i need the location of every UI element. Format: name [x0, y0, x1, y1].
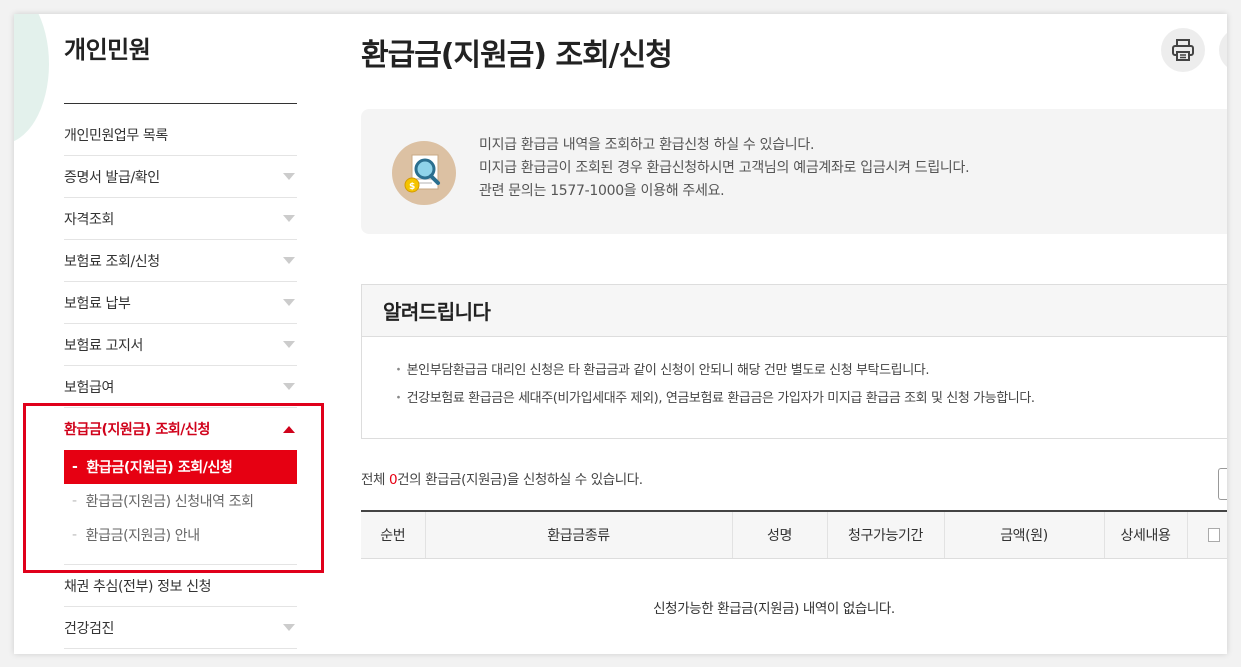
empty-cell [1187, 558, 1227, 654]
sidebar-item-label: 증명서 발급/확인 [64, 169, 160, 186]
col-header-select [1187, 510, 1227, 559]
refund-table: 순번 환급금종류 성명 청구가능기간 금액(원) 상세내용 신청가능한 환급금(… [361, 510, 1227, 654]
notice-item: 본인부담환급금 대리인 신청은 타 환급금과 같이 신청이 안되니 해당 건만 … [392, 357, 1227, 385]
sidebar-item-label: 보험료 고지서 [64, 337, 143, 354]
sidebar-item-qualification[interactable]: 자격조회 [64, 198, 297, 240]
table-row: 신청가능한 환급금(지원금) 내역이 없습니다. [361, 558, 1227, 654]
chevron-down-icon [283, 215, 295, 222]
share-button[interactable] [1219, 28, 1227, 72]
chevron-down-icon [283, 624, 295, 631]
sidebar-item-label: 보험료 납부 [64, 295, 131, 312]
sidebar-item-label: 채권 추심(전부) 정보 신청 [64, 578, 212, 595]
sidebar-item-insurance-benefit[interactable]: 보험급여 [64, 366, 297, 408]
table-header-row: 순번 환급금종류 성명 청구가능기간 금액(원) 상세내용 [361, 510, 1227, 559]
notice-title: 알려드립니다 [362, 285, 1227, 337]
sidebar-item-label: 건강검진 [64, 620, 114, 637]
col-header-detail: 상세내용 [1104, 510, 1188, 559]
empty-message: 신청가능한 환급금(지원금) 내역이 없습니다. [653, 600, 895, 617]
count-number: 0 [388, 472, 398, 488]
sidebar-item-label: 개인민원업무 목록 [64, 127, 168, 144]
select-all-checkbox[interactable] [1208, 527, 1221, 542]
page: 개인민원 개인민원업무 목록 증명서 발급/확인 자격조회 보험료 조회/신청 … [14, 14, 1227, 654]
chevron-down-icon [283, 341, 295, 348]
col-header-no: 순번 [361, 510, 426, 559]
highlight-annotation-box [23, 403, 324, 573]
sidebar-item-label: 보험급여 [64, 379, 114, 396]
info-line: 관련 문의는 1577-1000을 이용해 주세요. [479, 183, 725, 199]
info-text: 미지급 환급금 내역을 조회하고 환급신청 하실 수 있습니다. 미지급 환급금… [479, 134, 970, 203]
page-title: 환급금(지원금) 조회/신청 [361, 38, 673, 73]
info-line: 미지급 환급금이 조회된 경우 환급신청하시면 고객님의 예금계좌로 입금시켜 … [479, 160, 970, 176]
notice-item: 건강보험료 환급금은 세대주(비가입세대주 제외), 연금보험료 환급금은 가입… [392, 385, 1227, 413]
sidebar-item-certificate[interactable]: 증명서 발급/확인 [64, 156, 297, 198]
apply-button[interactable] [1218, 468, 1227, 500]
sidebar-item-premium-notice[interactable]: 보험료 고지서 [64, 324, 297, 366]
col-header-period: 청구가능기간 [827, 510, 945, 559]
col-header-type: 환급금종류 [425, 510, 733, 559]
sidebar-title: 개인민원 [64, 36, 151, 64]
col-header-name: 성명 [732, 510, 828, 559]
chevron-down-icon [283, 383, 295, 390]
result-count: 전체 0건의 환급금(지원금)을 신청하실 수 있습니다. [361, 468, 643, 488]
sidebar-item-civil-list[interactable]: 개인민원업무 목록 [64, 114, 297, 156]
chevron-down-icon [283, 173, 295, 180]
info-box: $ 미지급 환급금 내역을 조회하고 환급신청 하실 수 있습니다. 미지급 환… [361, 109, 1227, 234]
sidebar-divider [64, 103, 297, 104]
sidebar-item-label: 자격조회 [64, 211, 114, 228]
printer-icon [1172, 39, 1194, 61]
count-prefix: 전체 [361, 472, 389, 488]
svg-text:$: $ [409, 182, 415, 192]
print-button[interactable] [1161, 28, 1205, 72]
decorative-circle [14, 14, 49, 144]
count-suffix: 건의 환급금(지원금)을 신청하실 수 있습니다. [397, 472, 643, 488]
col-header-amount: 금액(원) [944, 510, 1105, 559]
sidebar-item-premium-payment[interactable]: 보험료 납부 [64, 282, 297, 324]
notice-box: 알려드립니다 본인부담환급금 대리인 신청은 타 환급금과 같이 신청이 안되니… [361, 284, 1227, 439]
chevron-down-icon [283, 299, 295, 306]
info-line: 미지급 환급금 내역을 조회하고 환급신청 하실 수 있습니다. [479, 137, 815, 153]
sidebar-item-label: 보험료 조회/신청 [64, 253, 160, 270]
notice-list: 본인부담환급금 대리인 신청은 타 환급금과 같이 신청이 안되니 해당 건만 … [362, 337, 1227, 413]
sidebar-item-health-checkup[interactable]: 건강검진 [64, 607, 297, 649]
sidebar-item-premium-inquiry[interactable]: 보험료 조회/신청 [64, 240, 297, 282]
search-document-icon: $ [392, 141, 456, 205]
chevron-down-icon [283, 257, 295, 264]
